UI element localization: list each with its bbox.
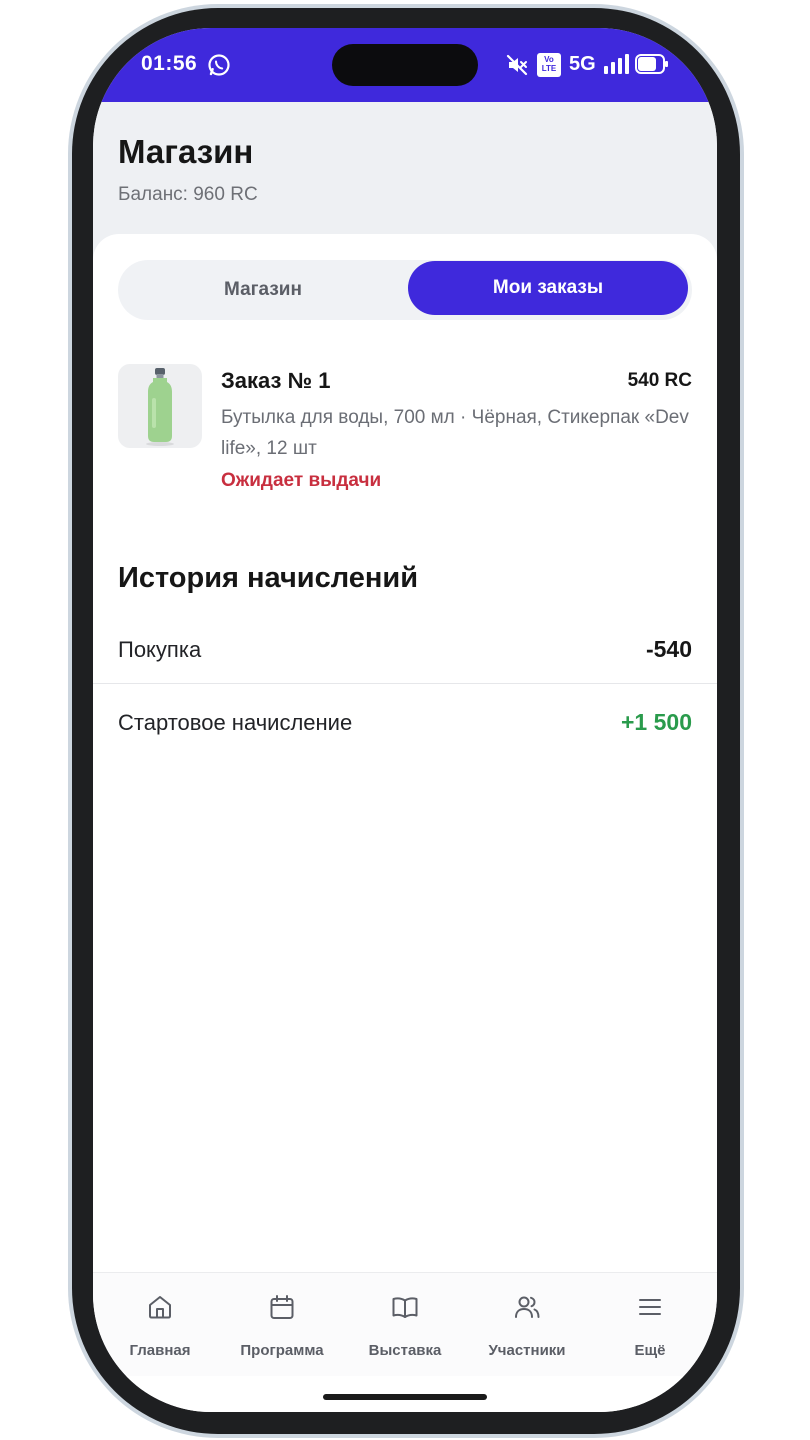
calendar-icon xyxy=(270,1295,294,1319)
network-label: 5G xyxy=(569,53,596,75)
nav-item-participants[interactable]: Участники xyxy=(465,1273,589,1377)
nav-label: Ещё xyxy=(634,1342,666,1359)
order-image xyxy=(118,364,202,448)
order-card[interactable]: Заказ № 1 540 RC Бутылка для воды, 700 м… xyxy=(118,364,692,504)
menu-icon xyxy=(639,1299,661,1315)
volte-top: Vo xyxy=(544,55,554,64)
content-sheet: Магазин Мои заказы Заказ № 1 540 RC Буты… xyxy=(93,234,717,1274)
transaction-label: Покупка xyxy=(118,637,202,662)
nav-label: Выставка xyxy=(368,1342,442,1359)
nav-label: Участники xyxy=(488,1342,566,1359)
status-time: 01:56 xyxy=(141,52,198,75)
transaction-amount: -540 xyxy=(645,636,692,662)
nav-item-program[interactable]: Программа xyxy=(220,1273,344,1377)
volte-bottom: LTE xyxy=(541,64,557,73)
transaction-amount: +1 500 xyxy=(621,709,692,735)
history-title: История начислений xyxy=(118,562,419,594)
page-title: Магазин xyxy=(118,133,254,170)
bottle-icon xyxy=(146,368,174,446)
nav-item-exhibition[interactable]: Выставка xyxy=(343,1273,467,1377)
nav-item-home[interactable]: Главная xyxy=(98,1273,222,1377)
balance-label: Баланс: 960 RC xyxy=(118,184,258,205)
users-icon xyxy=(515,1296,540,1318)
tab-my-orders[interactable]: Мои заказы xyxy=(408,261,688,315)
order-title: Заказ № 1 xyxy=(221,368,331,393)
book-icon xyxy=(392,1297,418,1318)
nav-label: Главная xyxy=(129,1342,191,1359)
transaction-row: Покупка -540 xyxy=(93,612,717,684)
order-status: Ожидает выдачи xyxy=(221,470,382,491)
transaction-label: Стартовое начисление xyxy=(118,710,353,735)
transaction-row: Стартовое начисление +1 500 xyxy=(93,685,717,757)
signal-icon xyxy=(604,54,629,74)
order-price: 540 RC xyxy=(627,370,692,391)
segmented-control: Магазин Мои заказы xyxy=(118,260,692,320)
dynamic-island xyxy=(332,44,478,86)
battery-icon xyxy=(635,54,668,74)
phone-screen: 01:56 Vo LTE 5G Магазин Баланс: 960 RC М… xyxy=(93,28,717,1412)
volte-icon: Vo LTE xyxy=(537,53,561,77)
nav-item-more[interactable]: Ещё xyxy=(588,1273,712,1377)
status-bar: 01:56 Vo LTE 5G xyxy=(93,28,717,102)
mute-icon xyxy=(506,54,528,76)
tab-shop[interactable]: Магазин xyxy=(118,260,408,320)
whatsapp-icon xyxy=(208,54,230,76)
home-icon xyxy=(149,1296,171,1319)
bottom-nav: Главная Программа Выставка Участники Ещё xyxy=(93,1272,717,1376)
order-description: Бутылка для воды, 700 мл · Чёрная, Стике… xyxy=(221,407,689,459)
nav-label: Программа xyxy=(240,1342,324,1359)
home-indicator[interactable] xyxy=(323,1394,487,1400)
